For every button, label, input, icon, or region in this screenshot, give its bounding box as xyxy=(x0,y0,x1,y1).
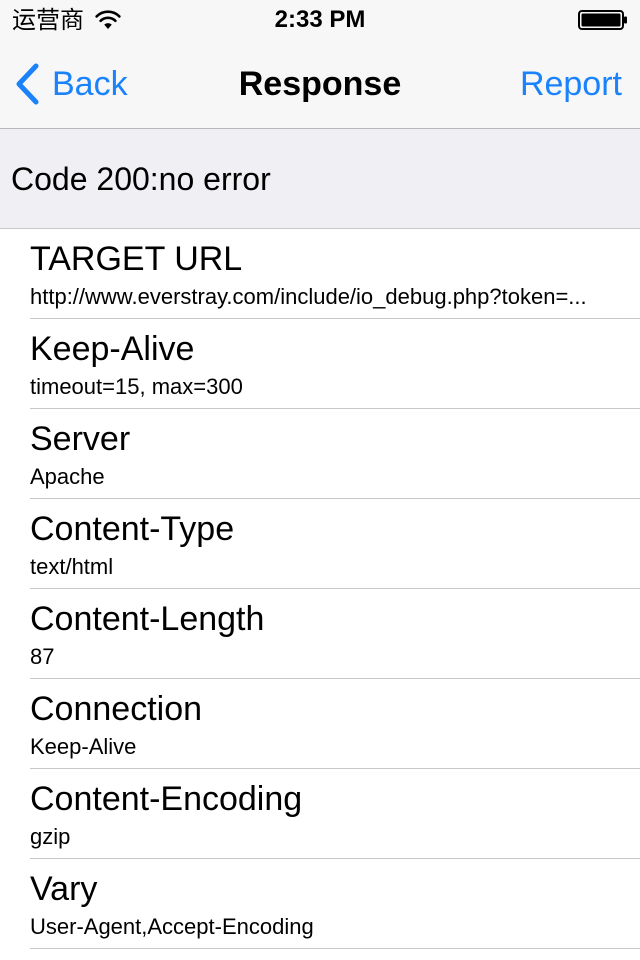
list-item-vary[interactable]: Vary User-Agent,Accept-Encoding xyxy=(0,859,640,949)
list-item-title: Server xyxy=(30,420,131,458)
list-item-title: Connection xyxy=(30,690,203,728)
back-button[interactable]: Back xyxy=(14,62,128,106)
list-item-content-length[interactable]: Content-Length 87 xyxy=(0,589,640,679)
list-item-value: 87 xyxy=(30,644,55,669)
list-item-connection[interactable]: Connection Keep-Alive xyxy=(0,679,640,769)
battery-icon xyxy=(578,10,627,30)
navigation-bar: Back Response Report xyxy=(0,40,640,128)
list-item-title: Content-Length xyxy=(30,600,265,638)
response-screen: 运营商 2:33 PM Back Response Report Code 20… xyxy=(0,0,640,960)
list-item-server[interactable]: Server Apache xyxy=(0,409,640,499)
list-item-content-encoding[interactable]: Content-Encoding gzip xyxy=(0,769,640,859)
list-item-value: gzip xyxy=(30,824,71,849)
list-item-value: Keep-Alive xyxy=(30,734,137,759)
report-button[interactable]: Report xyxy=(520,62,622,106)
status-time: 2:33 PM xyxy=(274,6,366,33)
status-bar: 运营商 2:33 PM xyxy=(0,0,640,40)
status-code-header: Code 200:no error xyxy=(0,129,640,229)
list-item-title: Content-Encoding xyxy=(30,780,303,818)
list-item-title: Content-Type xyxy=(30,510,235,548)
list-item-title: Vary xyxy=(30,870,98,908)
list-item-value: http://www.everstray.com/include/io_debu… xyxy=(30,284,587,309)
list-item-value: User-Agent,Accept-Encoding xyxy=(30,914,314,939)
back-button-label: Back xyxy=(52,65,128,103)
list-item-value: Apache xyxy=(30,464,105,489)
list-item-value: text/html xyxy=(30,554,114,579)
list-item-content-type[interactable]: Content-Type text/html xyxy=(0,499,640,589)
list-item-title: TARGET URL xyxy=(30,240,243,278)
list-item-target-url[interactable]: TARGET URL http://www.everstray.com/incl… xyxy=(0,229,640,319)
list-item-value: timeout=15, max=300 xyxy=(30,374,243,399)
response-header-list: TARGET URL http://www.everstray.com/incl… xyxy=(0,229,640,949)
status-code-label: Code 200:no error xyxy=(11,161,271,197)
list-item-title: Keep-Alive xyxy=(30,330,195,368)
top-bar: 运营商 2:33 PM Back Response Report xyxy=(0,0,640,129)
back-chevron-icon xyxy=(16,63,39,105)
list-item-keep-alive[interactable]: Keep-Alive timeout=15, max=300 xyxy=(0,319,640,409)
